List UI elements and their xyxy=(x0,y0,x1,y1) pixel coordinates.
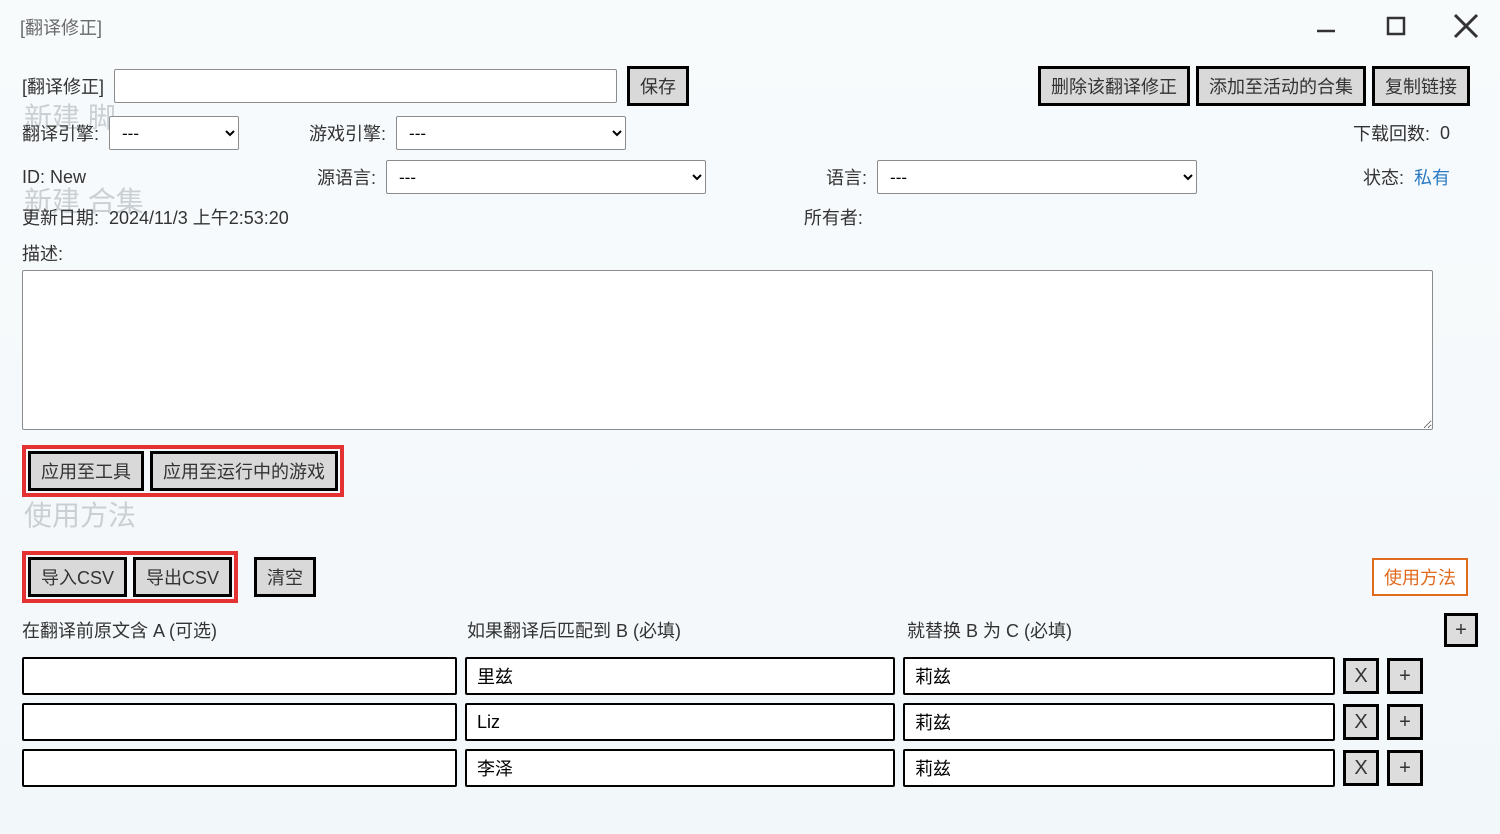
engine-select[interactable]: --- xyxy=(109,116,239,150)
export-csv-button[interactable]: 导出CSV xyxy=(133,557,232,597)
close-button[interactable] xyxy=(1448,8,1484,44)
rule-b-input[interactable] xyxy=(465,657,895,695)
rule-a-input[interactable] xyxy=(22,657,457,695)
download-count-value: 0 xyxy=(1440,123,1450,144)
rule-c-input[interactable] xyxy=(903,657,1335,695)
download-count-label: 下载回数: xyxy=(1353,120,1430,146)
delete-row-button[interactable]: X xyxy=(1343,704,1379,740)
rule-c-input[interactable] xyxy=(903,703,1335,741)
usage-button[interactable]: 使用方法 xyxy=(1372,558,1468,596)
description-textarea[interactable] xyxy=(22,270,1433,430)
game-engine-label: 游戏引擎: xyxy=(309,120,386,146)
clear-button[interactable]: 清空 xyxy=(254,557,316,597)
add-row-button[interactable]: + xyxy=(1387,658,1423,694)
column-c-header: 就替换 B 为 C (必填) xyxy=(907,617,1339,643)
update-date-value: 2024/11/3 上午2:53:20 xyxy=(109,204,289,230)
rule-row: X+ xyxy=(22,703,1478,741)
copy-link-button[interactable]: 复制链接 xyxy=(1372,66,1470,106)
minimize-button[interactable] xyxy=(1308,8,1344,44)
lang-label: 语言: xyxy=(826,164,867,190)
apply-to-game-button[interactable]: 应用至运行中的游戏 xyxy=(150,451,338,491)
window-controls xyxy=(1308,8,1484,44)
window-title: [翻译修正] xyxy=(20,14,102,40)
id-label: ID: New xyxy=(22,167,307,188)
add-row-button[interactable]: + xyxy=(1387,750,1423,786)
lang-select[interactable]: --- xyxy=(877,160,1197,194)
csv-button-group: 导入CSV 导出CSV xyxy=(22,551,238,603)
rule-b-input[interactable] xyxy=(465,703,895,741)
import-csv-button[interactable]: 导入CSV xyxy=(28,557,127,597)
rule-row: X+ xyxy=(22,657,1478,695)
status-label: 状态: xyxy=(1363,164,1404,190)
name-input[interactable] xyxy=(114,69,617,103)
engine-label: 翻译引擎: xyxy=(22,120,99,146)
add-row-button[interactable]: + xyxy=(1387,704,1423,740)
save-button[interactable]: 保存 xyxy=(627,66,689,106)
description-label: 描述: xyxy=(22,240,63,266)
delete-row-button[interactable]: X xyxy=(1343,658,1379,694)
add-to-collection-button[interactable]: 添加至活动的合集 xyxy=(1196,66,1366,106)
column-b-header: 如果翻译后匹配到 B (必填) xyxy=(467,617,897,643)
column-a-header: 在翻译前原文含 A (可选) xyxy=(22,617,457,643)
name-label: [翻译修正] xyxy=(22,73,104,99)
add-row-top-button[interactable]: + xyxy=(1444,613,1478,647)
rule-c-input[interactable] xyxy=(903,749,1335,787)
rule-a-input[interactable] xyxy=(22,749,457,787)
status-value[interactable]: 私有 xyxy=(1414,164,1450,190)
source-lang-select[interactable]: --- xyxy=(386,160,706,194)
owner-label: 所有者: xyxy=(804,204,863,230)
game-engine-select[interactable]: --- xyxy=(396,116,626,150)
titlebar: [翻译修正] xyxy=(0,0,1500,54)
delete-button[interactable]: 删除该翻译修正 xyxy=(1038,66,1190,106)
maximize-button[interactable] xyxy=(1378,8,1414,44)
rule-b-input[interactable] xyxy=(465,749,895,787)
source-lang-label: 源语言: xyxy=(317,164,376,190)
apply-button-group: 应用至工具 应用至运行中的游戏 xyxy=(22,445,344,497)
rule-row: X+ xyxy=(22,749,1478,787)
rule-a-input[interactable] xyxy=(22,703,457,741)
apply-to-tool-button[interactable]: 应用至工具 xyxy=(28,451,144,491)
delete-row-button[interactable]: X xyxy=(1343,750,1379,786)
rules-list: X+X+X+ xyxy=(22,657,1478,787)
update-date-label: 更新日期: xyxy=(22,204,99,230)
